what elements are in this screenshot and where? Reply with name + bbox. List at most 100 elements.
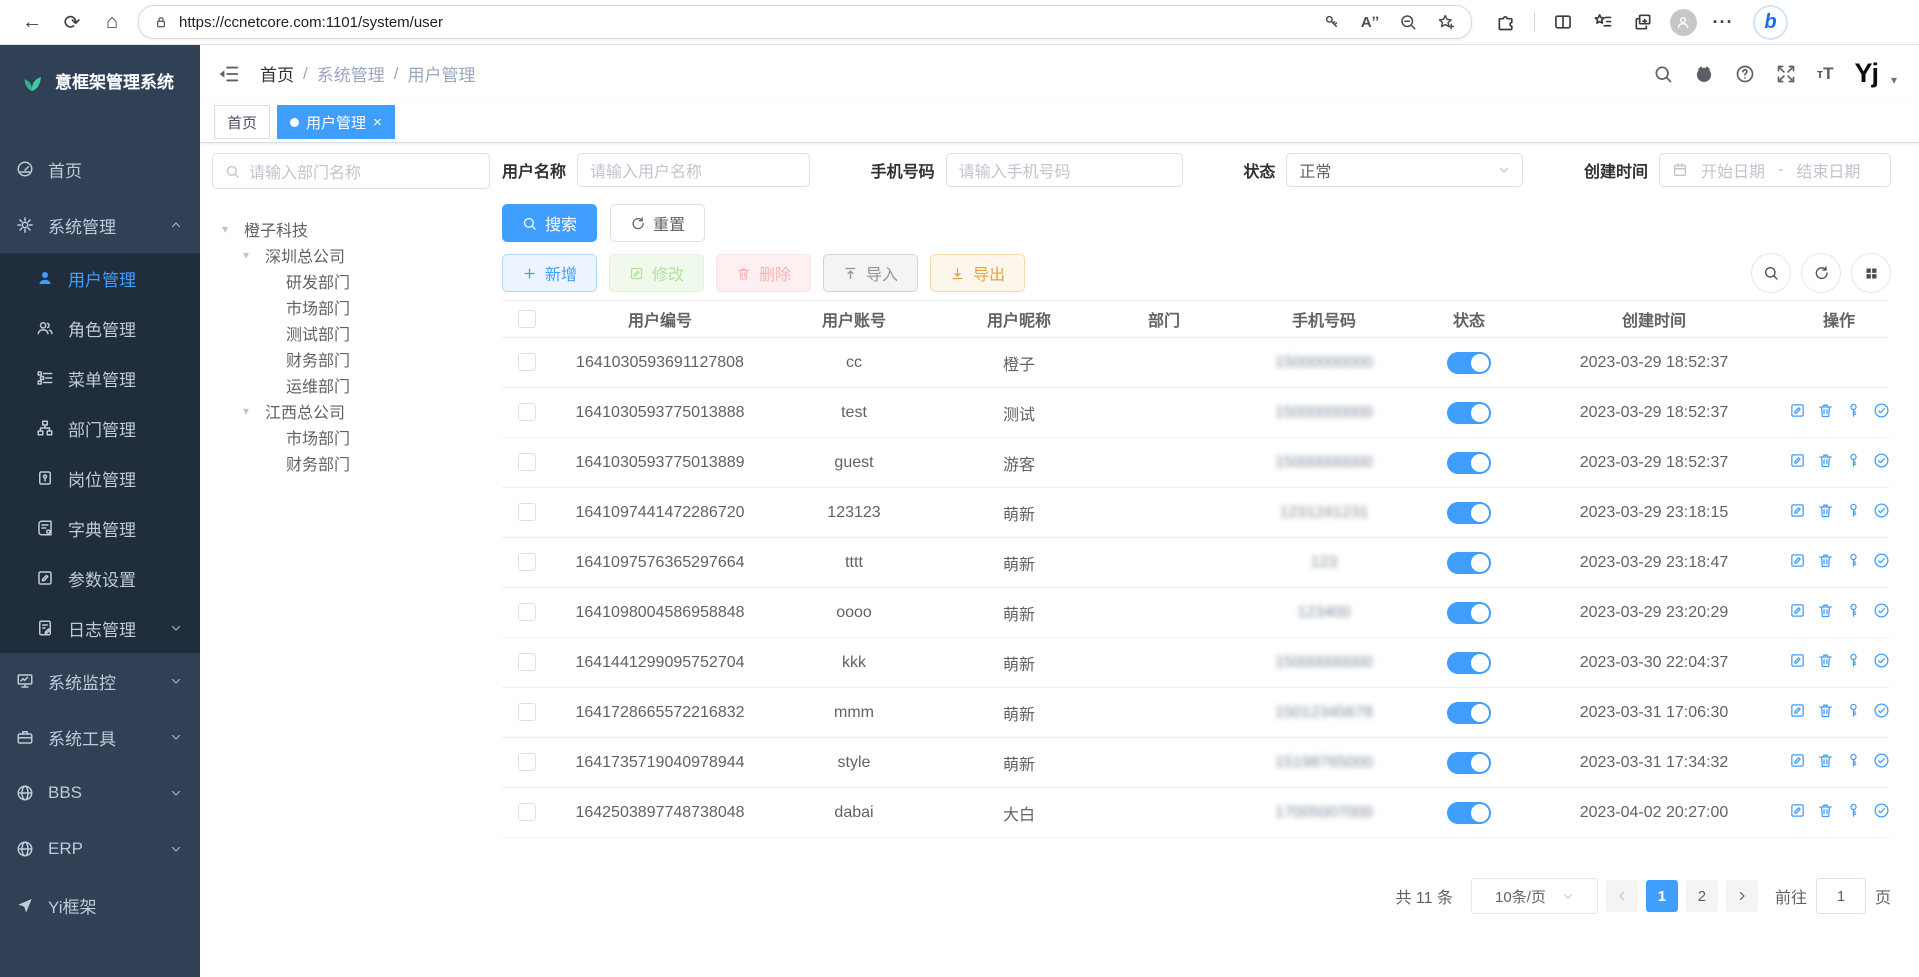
reset-password-icon[interactable] xyxy=(1845,602,1862,619)
sidebar-item-yi[interactable]: Yi框架 xyxy=(0,877,200,933)
date-range-input[interactable]: 开始日期 - 结束日期 xyxy=(1659,153,1891,187)
caret-down-icon[interactable]: ▾ xyxy=(243,248,265,262)
sidebar-item-param[interactable]: 参数设置 xyxy=(0,553,200,603)
reset-password-icon[interactable] xyxy=(1845,802,1862,819)
reset-password-icon[interactable] xyxy=(1845,452,1862,469)
sidebar-item-role[interactable]: 角色管理 xyxy=(0,303,200,353)
fullscreen-icon[interactable] xyxy=(1776,64,1796,84)
row-checkbox[interactable] xyxy=(518,753,536,771)
table-layout-icon[interactable] xyxy=(1851,253,1891,293)
edit-icon[interactable] xyxy=(1789,652,1806,669)
tab-用户管理[interactable]: 用户管理 × xyxy=(277,105,395,139)
assign-icon[interactable] xyxy=(1873,752,1890,769)
page-button-2[interactable]: 2 xyxy=(1686,880,1718,912)
tree-node[interactable]: 财务部门 xyxy=(212,346,490,372)
modify-button[interactable]: 修改 xyxy=(609,254,704,292)
goto-page-input[interactable]: 1 xyxy=(1816,878,1866,914)
help-icon[interactable] xyxy=(1735,64,1755,84)
delete-button[interactable]: 删除 xyxy=(716,254,811,292)
password-key-icon[interactable] xyxy=(1313,7,1351,37)
status-toggle[interactable] xyxy=(1447,452,1491,474)
status-toggle[interactable] xyxy=(1447,402,1491,424)
prev-page-button[interactable] xyxy=(1606,880,1638,912)
more-icon[interactable]: ··· xyxy=(1705,6,1741,38)
caret-down-icon[interactable]: ▾ xyxy=(243,404,265,418)
chevron-down-icon[interactable]: ▾ xyxy=(1891,73,1897,87)
split-screen-icon[interactable] xyxy=(1545,6,1581,38)
row-checkbox[interactable] xyxy=(518,503,536,521)
sidebar-item-erp[interactable]: ERP xyxy=(0,821,200,877)
status-toggle[interactable] xyxy=(1447,752,1491,774)
phone-input[interactable]: 请输入手机号码 xyxy=(946,153,1183,187)
assign-icon[interactable] xyxy=(1873,702,1890,719)
row-checkbox[interactable] xyxy=(518,453,536,471)
reset-password-icon[interactable] xyxy=(1845,752,1862,769)
row-checkbox[interactable] xyxy=(518,603,536,621)
row-checkbox[interactable] xyxy=(518,403,536,421)
import-button[interactable]: 导入 xyxy=(823,254,918,292)
assign-icon[interactable] xyxy=(1873,502,1890,519)
row-checkbox[interactable] xyxy=(518,553,536,571)
reset-button[interactable]: 重置 xyxy=(610,204,705,242)
status-toggle[interactable] xyxy=(1447,502,1491,524)
read-aloud-icon[interactable]: Aˮ xyxy=(1351,7,1389,37)
status-toggle[interactable] xyxy=(1447,702,1491,724)
sidebar-item-monitor[interactable]: 系统监控 xyxy=(0,653,200,709)
url-text[interactable]: https://ccnetcore.com:1101/system/user xyxy=(179,14,443,31)
extensions-icon[interactable] xyxy=(1488,6,1524,38)
sidebar-item-log[interactable]: 日志管理 xyxy=(0,603,200,653)
status-toggle[interactable] xyxy=(1447,652,1491,674)
select-all-checkbox[interactable] xyxy=(518,310,536,328)
username-input[interactable]: 请输入用户名称 xyxy=(577,153,810,187)
page-button-1[interactable]: 1 xyxy=(1646,880,1678,912)
back-icon[interactable]: ← xyxy=(12,5,52,39)
breadcrumb-item[interactable]: 首页 xyxy=(260,61,294,86)
row-checkbox[interactable] xyxy=(518,703,536,721)
breadcrumb-item[interactable]: 系统管理 xyxy=(317,61,385,86)
favorites-icon[interactable] xyxy=(1585,6,1621,38)
tree-node[interactable]: ▾ 深圳总公司 xyxy=(212,242,490,268)
sidebar-item-home[interactable]: 首页 xyxy=(0,141,200,197)
sidebar-item-tools[interactable]: 系统工具 xyxy=(0,709,200,765)
avatar[interactable]: Yj xyxy=(1854,60,1878,87)
row-checkbox[interactable] xyxy=(518,803,536,821)
page-size-select[interactable]: 10条/页 xyxy=(1471,878,1598,914)
edit-icon[interactable] xyxy=(1789,702,1806,719)
assign-icon[interactable] xyxy=(1873,802,1890,819)
delete-icon[interactable] xyxy=(1817,802,1834,819)
assign-icon[interactable] xyxy=(1873,552,1890,569)
collapse-sidebar-icon[interactable] xyxy=(214,59,244,89)
delete-icon[interactable] xyxy=(1817,502,1834,519)
sidebar-item-user[interactable]: 用户管理 xyxy=(0,253,200,303)
search-button[interactable]: 搜索 xyxy=(502,204,597,242)
refresh-icon[interactable]: ⟳ xyxy=(52,5,92,39)
row-checkbox[interactable] xyxy=(518,653,536,671)
tree-node[interactable]: 测试部门 xyxy=(212,320,490,346)
row-checkbox[interactable] xyxy=(518,353,536,371)
edit-icon[interactable] xyxy=(1789,402,1806,419)
assign-icon[interactable] xyxy=(1873,452,1890,469)
table-refresh-icon[interactable] xyxy=(1801,253,1841,293)
sidebar-item-menu[interactable]: 菜单管理 xyxy=(0,353,200,403)
assign-icon[interactable] xyxy=(1873,402,1890,419)
profile-icon[interactable] xyxy=(1665,6,1701,38)
status-toggle[interactable] xyxy=(1447,552,1491,574)
sidebar-item-dict[interactable]: 字典管理 xyxy=(0,503,200,553)
tree-node[interactable]: 运维部门 xyxy=(212,372,490,398)
edit-icon[interactable] xyxy=(1789,802,1806,819)
home-icon[interactable]: ⌂ xyxy=(92,5,132,39)
reset-password-icon[interactable] xyxy=(1845,502,1862,519)
delete-icon[interactable] xyxy=(1817,552,1834,569)
reset-password-icon[interactable] xyxy=(1845,402,1862,419)
delete-icon[interactable] xyxy=(1817,602,1834,619)
delete-icon[interactable] xyxy=(1817,452,1834,469)
add-button[interactable]: 新增 xyxy=(502,254,597,292)
add-favorite-icon[interactable] xyxy=(1427,7,1465,37)
delete-icon[interactable] xyxy=(1817,652,1834,669)
bing-icon[interactable]: b xyxy=(1753,5,1788,40)
zoom-out-icon[interactable] xyxy=(1389,7,1427,37)
collections-icon[interactable] xyxy=(1625,6,1661,38)
sidebar-item-post[interactable]: 岗位管理 xyxy=(0,453,200,503)
tree-node[interactable]: 市场部门 xyxy=(212,424,490,450)
status-select[interactable]: 正常 xyxy=(1286,153,1523,187)
